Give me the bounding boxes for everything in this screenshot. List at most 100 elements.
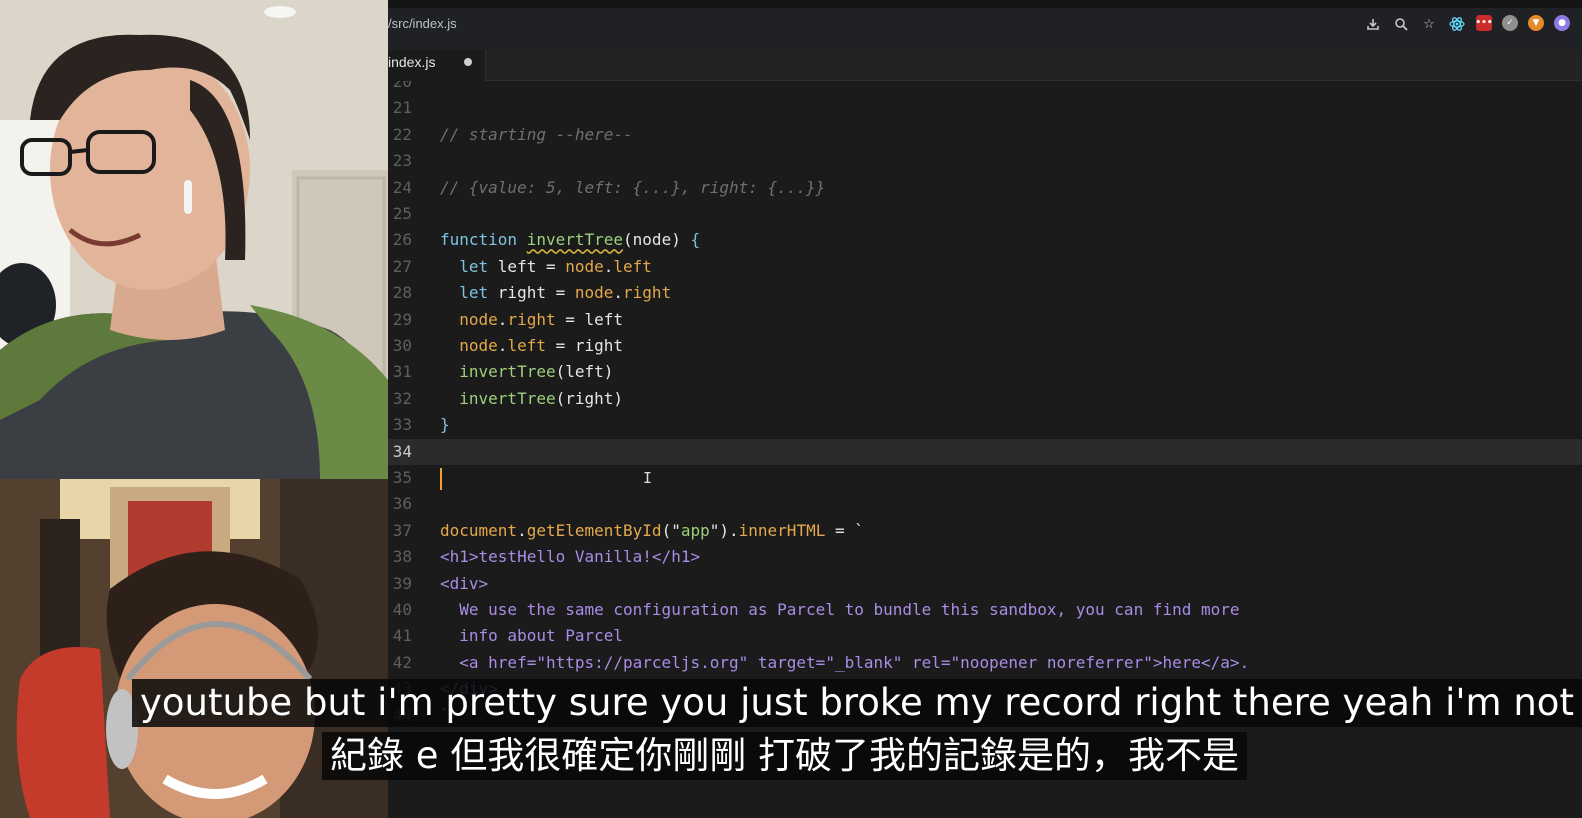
line-source: let left = node.left — [440, 254, 652, 280]
code-token: // {value: 5, left: {...}, right: {...}} — [440, 177, 826, 197]
code-line[interactable]: 23 — [388, 148, 1582, 174]
code-token: // starting --here-- — [440, 124, 633, 144]
browser-toolbar: /src/index.js ☆ ••• ✓ ▼ ● — [388, 0, 1582, 50]
line-source: let right = node.right — [440, 280, 671, 306]
line-number: 22 — [392, 124, 412, 144]
code-line[interactable]: 20 — [388, 81, 1582, 95]
line-source: We use the same configuration as Parcel … — [440, 597, 1239, 623]
code-token: . — [497, 309, 508, 329]
address-bar[interactable]: /src/index.js — [388, 16, 457, 31]
line-number: 24 — [392, 177, 412, 197]
code-token: right — [507, 309, 556, 329]
code-token: left — [613, 256, 652, 276]
code-token: . — [497, 336, 508, 355]
code-line[interactable]: 31 invertTree(left) — [388, 359, 1582, 385]
code-line[interactable]: 37 document.getElementById("app").innerHT… — [388, 518, 1582, 544]
browser-tab-strip — [388, 0, 1582, 8]
fox-icon[interactable]: ▼ — [1528, 15, 1544, 31]
code-token: = left — [555, 309, 624, 329]
editor-tab-label: index.js — [388, 54, 436, 70]
line-number: 41 — [392, 626, 412, 646]
code-token: app — [680, 520, 710, 540]
code-line[interactable]: 27 let left = node.left — [388, 254, 1582, 280]
code-line[interactable]: 41 info about Parcel — [388, 623, 1582, 649]
code-line[interactable]: 40 We use the same configuration as Parc… — [388, 597, 1582, 623]
line-number: 27 — [392, 256, 412, 276]
code-token: = right — [545, 336, 624, 355]
code-line[interactable]: 25 — [388, 201, 1582, 227]
star-icon[interactable]: ☆ — [1420, 15, 1438, 33]
browser-toolbar-icons: ☆ ••• ✓ ▼ ● — [1364, 15, 1570, 33]
code-token: info about Parcel — [440, 626, 624, 646]
line-source: node.right = left — [440, 307, 623, 333]
code-line[interactable]: 28 let right = node.right — [388, 280, 1582, 306]
subtitle-english: youtube but i'm pretty sure you just bro… — [132, 679, 1582, 727]
code-token: invertTree — [526, 230, 624, 250]
line-source: // {value: 5, left: {...}, right: {...}} — [440, 175, 825, 201]
code-token: node — [565, 256, 604, 276]
line-source: <h1>testHello Vanilla!</h1> — [440, 544, 700, 570]
code-token: function — [440, 230, 527, 250]
line-number: 38 — [392, 547, 412, 567]
code-token: (" — [661, 520, 681, 540]
line-source: invertTree(right) — [440, 386, 623, 412]
code-token: innerHTML — [738, 520, 826, 540]
extension-icon[interactable]: ✓ — [1502, 15, 1518, 31]
line-number: 34 — [392, 441, 412, 461]
line-number: 28 — [392, 283, 412, 303]
line-source: // starting --here-- — [440, 122, 633, 148]
code-line[interactable]: 26 function invertTree(node) { — [388, 227, 1582, 253]
code-token: document — [440, 520, 518, 540]
code-line[interactable]: 24 // {value: 5, left: {...}, right: {...… — [388, 175, 1582, 201]
line-number: 23 — [392, 151, 412, 171]
code-token: . — [517, 520, 527, 540]
code-token: left = — [497, 256, 566, 276]
line-source: document.getElementById("app").innerHTML… — [440, 518, 864, 544]
lastpass-icon[interactable]: ••• — [1475, 15, 1493, 31]
code-line[interactable]: 35 — [388, 465, 1582, 491]
line-number: 31 — [392, 362, 412, 382]
line-source: } — [440, 412, 450, 438]
code-token: (node) — [623, 230, 691, 250]
code-token: invertTree — [440, 388, 556, 408]
subtitle-chinese: 紀錄 e 但我很確定你剛剛 打破了我的記錄是的，我不是 — [322, 732, 1248, 780]
code-line[interactable]: 21 — [388, 95, 1582, 121]
line-number: 20 — [392, 81, 412, 91]
code-token: left — [507, 336, 546, 355]
line-number: 21 — [392, 98, 412, 118]
code-line[interactable]: 33} — [388, 412, 1582, 438]
line-source: function invertTree(node) { — [440, 227, 700, 253]
code-line[interactable]: 36 — [388, 491, 1582, 517]
profile-icon[interactable]: ● — [1554, 15, 1570, 31]
line-number: 42 — [392, 652, 412, 672]
zoom-icon[interactable] — [1392, 15, 1410, 33]
line-number: 39 — [392, 573, 412, 593]
code-token: } — [440, 415, 450, 435]
line-source: <a href="https://parceljs.org" target="_… — [440, 650, 1249, 676]
code-token: invertTree — [440, 362, 556, 382]
react-devtools-icon[interactable] — [1448, 15, 1466, 33]
code-token: (right) — [555, 388, 624, 408]
code-token: . — [613, 283, 624, 303]
code-line[interactable]: 38 <h1>testHello Vanilla!</h1> — [388, 544, 1582, 570]
line-number: 33 — [392, 415, 412, 435]
line-number: 37 — [392, 520, 412, 540]
code-line[interactable]: 30 node.left = right — [388, 333, 1582, 359]
code-line[interactable]: 22 // starting --here-- — [388, 122, 1582, 148]
line-source: <div> — [440, 571, 488, 597]
webcam-top — [0, 0, 388, 479]
code-line[interactable]: 39 <div> — [388, 571, 1582, 597]
code-line[interactable]: 34 — [388, 438, 1582, 465]
code-token: <h1>testHello Vanilla!</h1> — [440, 547, 701, 567]
code-token: node — [440, 309, 498, 329]
line-number: 36 — [392, 494, 412, 514]
unsaved-dot-icon[interactable] — [464, 58, 472, 66]
code-token: node — [574, 283, 614, 303]
code-token: getElementById — [526, 520, 662, 540]
code-token: { — [690, 230, 701, 250]
code-line[interactable]: 42 <a href="https://parceljs.org" target… — [388, 650, 1582, 676]
code-line[interactable]: 32 invertTree(right) — [388, 386, 1582, 412]
download-icon[interactable] — [1364, 15, 1382, 33]
editor-tab-index-js[interactable]: index.js — [388, 50, 486, 81]
code-line[interactable]: 29 node.right = left — [388, 307, 1582, 333]
